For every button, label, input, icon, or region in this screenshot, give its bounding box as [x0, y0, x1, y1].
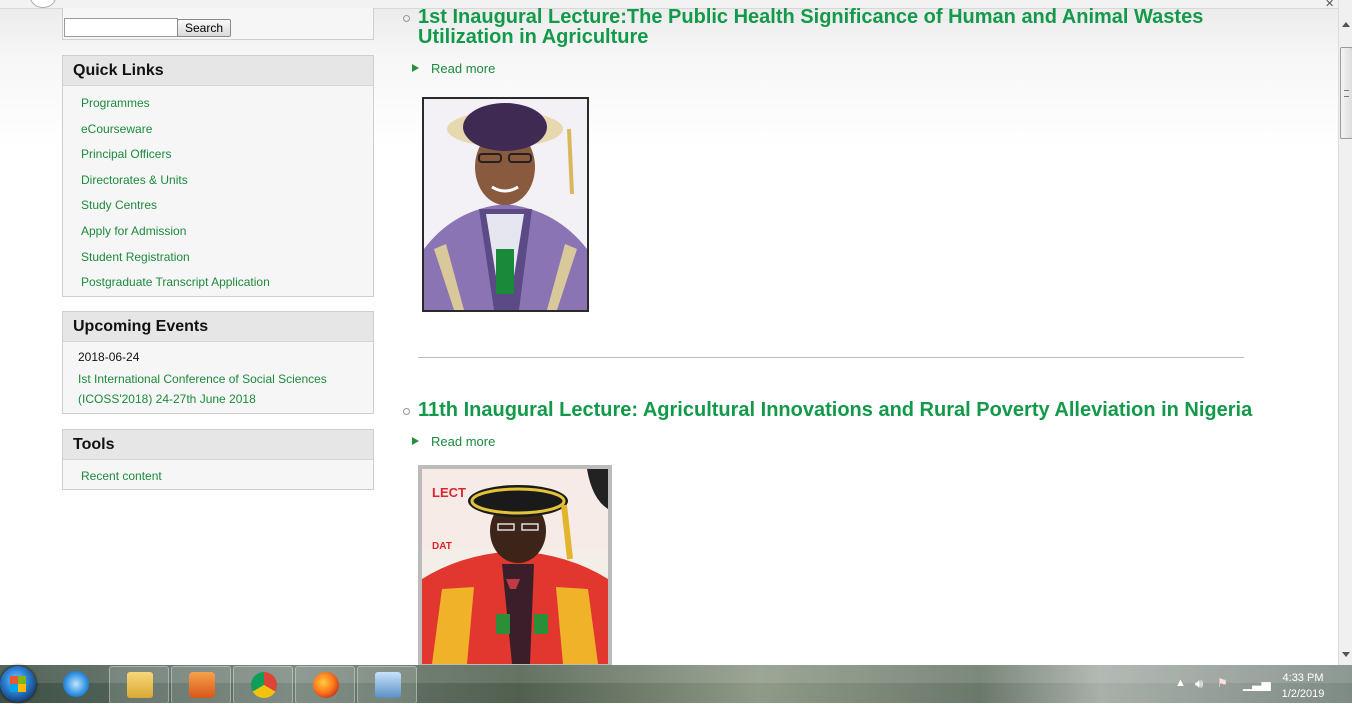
scroll-up-icon[interactable]	[1342, 22, 1350, 27]
taskbar-network-app[interactable]	[357, 666, 417, 704]
taskbar-chrome[interactable]	[233, 666, 293, 704]
quick-link-programmes[interactable]: Programmes	[81, 93, 373, 119]
browser-page: ✕ Search Quick Links Programmes eCoursew…	[0, 0, 1338, 665]
quick-link-postgraduate-transcript[interactable]: Postgraduate Transcript Application	[81, 272, 373, 298]
network-error-icon[interactable]: ⚑	[1217, 676, 1228, 690]
article-1-read-more[interactable]: Read more	[412, 61, 495, 76]
bullet-icon	[403, 408, 410, 415]
vertical-scrollbar[interactable]	[1338, 0, 1352, 665]
scroll-thumb[interactable]	[1340, 47, 1352, 139]
article-1-photo	[422, 97, 589, 312]
quick-link-ecourseware[interactable]: eCourseware	[81, 119, 373, 145]
show-hidden-icons-icon[interactable]: ▲	[1175, 677, 1186, 689]
start-button[interactable]	[0, 666, 36, 702]
quick-links-title: Quick Links	[63, 56, 373, 86]
search-block: Search	[62, 8, 374, 40]
quick-links-block: Quick Links Programmes eCourseware Princ…	[62, 55, 374, 297]
article-1-title[interactable]: 1st Inaugural Lecture:The Public Health …	[418, 7, 1218, 47]
quick-link-study-centres[interactable]: Study Centres	[81, 195, 373, 221]
taskbar-file-explorer[interactable]	[109, 666, 169, 704]
quick-link-directorates-units[interactable]: Directorates & Units	[81, 170, 373, 196]
network-app-icon	[375, 672, 401, 698]
windows-taskbar: ▲ 🔊︎ ⚑ ▁▃▅ 4:33 PM 1/2/2019	[0, 665, 1352, 704]
tools-block: Tools Recent content	[62, 429, 374, 490]
tools-title: Tools	[63, 430, 373, 460]
event-date: 2018-06-24	[78, 350, 140, 364]
volume-icon[interactable]: 🔊︎	[1195, 676, 1203, 692]
quick-links-list: Programmes eCourseware Principal Officer…	[63, 86, 373, 302]
bullet-icon	[403, 15, 410, 22]
article-2-read-more[interactable]: Read more	[412, 434, 495, 449]
taskbar-media-player[interactable]	[171, 666, 231, 704]
arrow-icon	[412, 64, 419, 72]
read-more-label[interactable]: Read more	[431, 61, 495, 76]
quick-link-student-registration[interactable]: Student Registration	[81, 247, 373, 273]
scroll-down-icon[interactable]	[1342, 652, 1350, 657]
upcoming-events-block: Upcoming Events 2018-06-24 Ist Internati…	[62, 311, 374, 414]
logo-circle	[30, 0, 56, 8]
article-divider	[418, 357, 1244, 358]
quick-link-apply-admission[interactable]: Apply for Admission	[81, 221, 373, 247]
chrome-icon	[251, 672, 277, 698]
grip-icon	[1344, 90, 1349, 97]
event-link[interactable]: Ist International Conference of Social S…	[78, 369, 363, 409]
search-input[interactable]	[64, 18, 178, 37]
article-2-title[interactable]: 11th Inaugural Lecture: Agricultural Inn…	[418, 400, 1258, 420]
internet-explorer-icon	[63, 671, 89, 697]
file-explorer-icon	[127, 672, 153, 698]
media-player-icon	[189, 672, 215, 698]
taskbar-clock[interactable]: 4:33 PM 1/2/2019	[1270, 670, 1336, 702]
close-icon[interactable]: ✕	[1325, 0, 1334, 10]
tool-recent-content[interactable]: Recent content	[81, 466, 373, 492]
search-button[interactable]: Search	[177, 19, 231, 37]
taskbar-internet-explorer[interactable]	[46, 666, 104, 702]
photo-banner-text: LECT	[432, 485, 466, 500]
taskbar-firefox[interactable]	[295, 666, 355, 704]
photo-banner-text-2: DAT	[432, 541, 452, 552]
windows-logo-icon-lower	[10, 684, 26, 692]
portrait-2-image: LECT DAT	[422, 469, 608, 664]
arrow-icon	[412, 437, 419, 445]
clock-date: 1/2/2019	[1281, 688, 1325, 700]
signal-icon[interactable]: ▁▃▅	[1243, 677, 1271, 691]
upcoming-events-title: Upcoming Events	[63, 312, 373, 342]
firefox-icon	[313, 672, 339, 698]
clock-time: 4:33 PM	[1282, 672, 1324, 684]
article-2-photo: LECT DAT	[418, 465, 612, 665]
read-more-label[interactable]: Read more	[431, 434, 495, 449]
quick-link-principal-officers[interactable]: Principal Officers	[81, 144, 373, 170]
portrait-1-image	[424, 99, 587, 310]
tools-list: Recent content	[63, 460, 373, 496]
